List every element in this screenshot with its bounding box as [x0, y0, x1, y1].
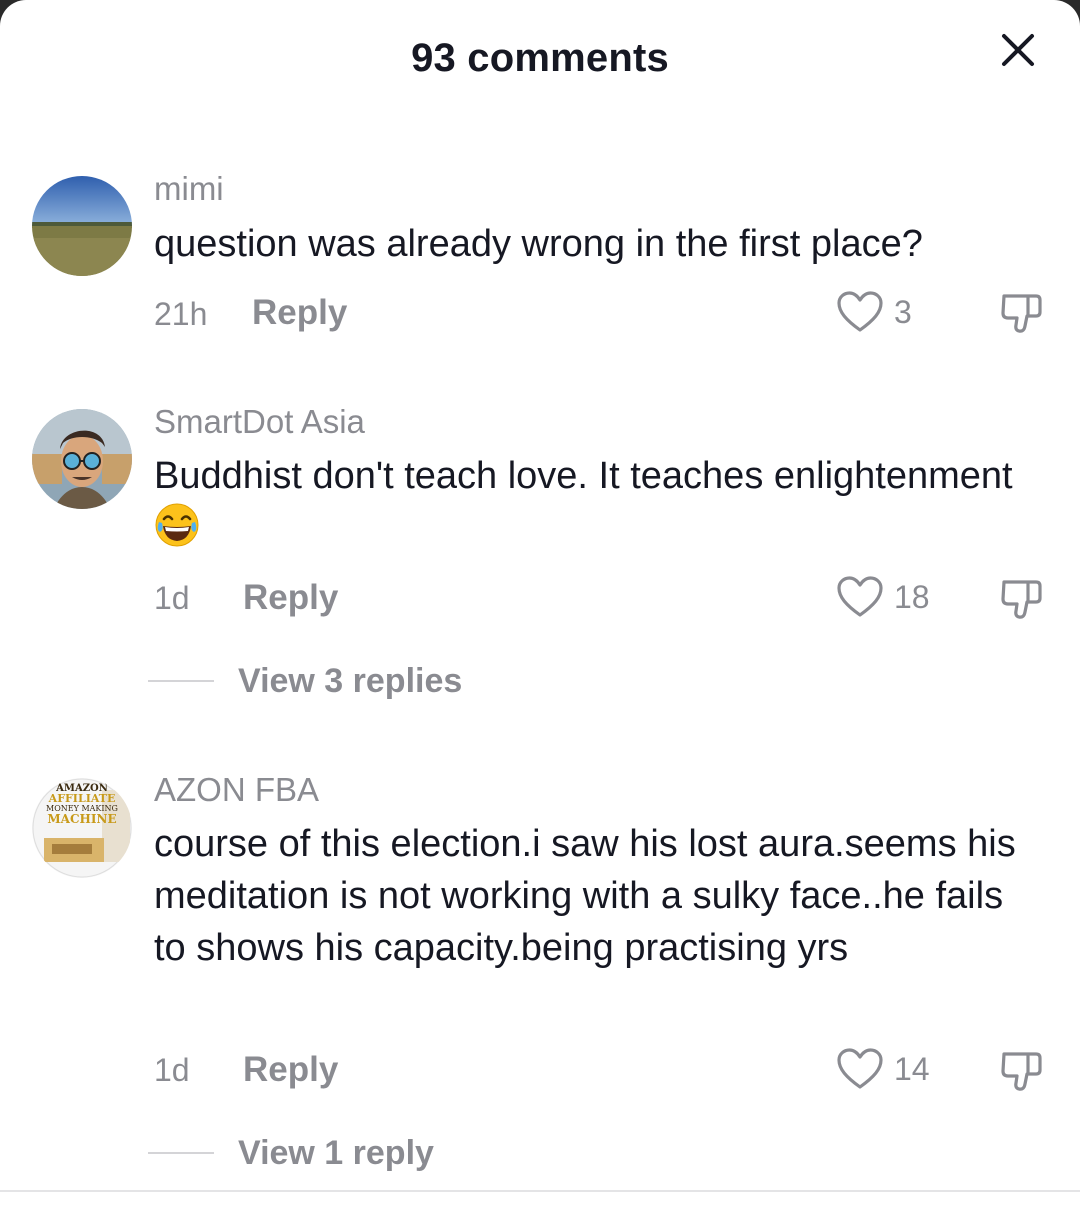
- comment-username[interactable]: AZON FBA: [154, 771, 319, 809]
- comment-text-content: Buddhist don't teach love. It teaches en…: [154, 455, 1013, 497]
- avatar[interactable]: [32, 176, 132, 276]
- view-replies-button[interactable]: View 1 reply: [148, 1131, 434, 1175]
- heart-icon: [837, 576, 883, 617]
- divider: [148, 680, 214, 682]
- comments-sheet: 93 comments mimi question was already wr…: [0, 0, 1080, 1206]
- laughing-emoji-icon: [154, 502, 200, 548]
- comment-username[interactable]: mimi: [154, 170, 224, 208]
- heart-icon: [837, 1048, 883, 1089]
- comments-count-title: 93 comments: [411, 36, 669, 80]
- avatar[interactable]: [32, 409, 132, 509]
- like-count: 14: [894, 1050, 930, 1087]
- reply-button[interactable]: Reply: [252, 293, 347, 333]
- like-button[interactable]: 18: [836, 575, 930, 619]
- avatar[interactable]: AMAZON AFFILIATE MONEY MAKING MACHINE: [32, 778, 132, 878]
- close-icon[interactable]: [998, 30, 1044, 76]
- view-replies-label: View 1 reply: [238, 1133, 434, 1172]
- avatar-book-title: AMAZON AFFILIATE MONEY MAKING MACHINE: [46, 783, 118, 826]
- view-replies-button[interactable]: View 3 replies: [148, 659, 462, 703]
- reply-button[interactable]: Reply: [243, 1050, 338, 1090]
- comment-time: 21h: [154, 296, 208, 332]
- dislike-icon[interactable]: [998, 576, 1044, 622]
- comment-username[interactable]: SmartDot Asia: [154, 403, 365, 441]
- like-count: 3: [894, 293, 912, 330]
- dislike-icon[interactable]: [998, 1048, 1044, 1094]
- view-replies-label: View 3 replies: [238, 661, 463, 700]
- comment-time: 1d: [154, 580, 190, 616]
- comment-text: course of this election.i saw his lost a…: [154, 823, 1016, 969]
- like-count: 18: [894, 578, 930, 615]
- divider: [148, 1152, 214, 1154]
- comment-text: Buddhist don't teach love. It teaches en…: [154, 450, 1054, 554]
- dislike-icon[interactable]: [998, 290, 1044, 336]
- heart-icon: [837, 291, 883, 332]
- comment-text: question was already wrong in the first …: [154, 223, 923, 265]
- like-button[interactable]: 3: [836, 290, 912, 334]
- bottom-divider: [0, 1190, 1080, 1192]
- comment-time: 1d: [154, 1052, 190, 1088]
- reply-button[interactable]: Reply: [243, 578, 338, 618]
- like-button[interactable]: 14: [836, 1047, 930, 1091]
